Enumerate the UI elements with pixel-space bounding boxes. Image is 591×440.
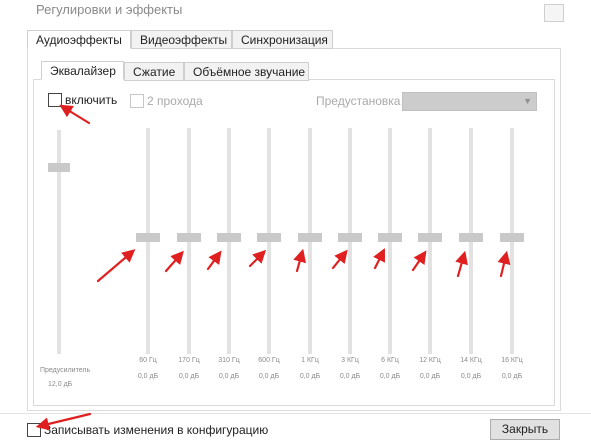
band-slider-thumb[interactable] — [177, 233, 201, 242]
enable-equalizer-checkbox[interactable] — [48, 93, 62, 107]
band-value: 0,0 дБ — [137, 373, 159, 380]
band-value: 0,0 дБ — [419, 373, 441, 380]
preset-label: Предустановка — [316, 94, 401, 108]
preamp-label: Предусилитель — [40, 367, 91, 374]
tab-synchronization[interactable]: Синхронизация — [232, 30, 333, 49]
band-slider-thumb[interactable] — [257, 233, 281, 242]
band-frequency: 12 КГц — [419, 357, 441, 364]
preset-dropdown[interactable]: ▼ — [402, 92, 537, 111]
band-slider-thumb[interactable] — [459, 233, 483, 242]
preamp-value: 12,0 дБ — [48, 381, 73, 388]
band-value: 0,0 дБ — [379, 373, 401, 380]
band-frequency: 16 КГц — [501, 357, 523, 364]
tab-spatializer[interactable]: Объёмное звучание — [184, 62, 309, 81]
save-config-checkbox[interactable] — [27, 423, 41, 437]
band-slider-thumb[interactable] — [500, 233, 524, 242]
tab-audio-effects[interactable]: Аудиоэффекты — [27, 30, 131, 49]
band-value: 0,0 дБ — [178, 373, 200, 380]
band-slider-thumb[interactable] — [298, 233, 322, 242]
band-slider-thumb[interactable] — [418, 233, 442, 242]
band-value: 0,0 дБ — [501, 373, 523, 380]
window-title: Регулировки и эффекты — [36, 2, 183, 17]
band-frequency: 60 Гц — [139, 357, 157, 364]
band-frequency: 310 Гц — [218, 357, 240, 364]
enable-equalizer-label: включить — [65, 93, 118, 107]
band-value: 0,0 дБ — [299, 373, 321, 380]
band-frequency: 1 КГц — [301, 357, 319, 364]
chevron-down-icon: ▼ — [523, 96, 532, 106]
band-frequency: 6 КГц — [381, 357, 399, 364]
window-close-button[interactable] — [544, 4, 564, 22]
two-pass-checkbox[interactable] — [130, 94, 144, 108]
band-frequency: 3 КГц — [341, 357, 359, 364]
band-value: 0,0 дБ — [258, 373, 280, 380]
band-slider-thumb[interactable] — [338, 233, 362, 242]
band-value: 0,0 дБ — [339, 373, 361, 380]
two-pass-label: 2 прохода — [147, 94, 203, 108]
band-frequency: 170 Гц — [178, 357, 200, 364]
close-button[interactable]: Закрыть — [490, 419, 560, 440]
save-config-label: Записывать изменения в конфигурацию — [44, 423, 269, 437]
band-frequency: 14 КГц — [460, 357, 482, 364]
band-frequency: 600 Гц — [258, 357, 280, 364]
band-slider-thumb[interactable] — [136, 233, 160, 242]
band-slider-thumb[interactable] — [378, 233, 402, 242]
tab-video-effects[interactable]: Видеоэффекты — [131, 30, 232, 49]
band-slider-thumb[interactable] — [217, 233, 241, 242]
tab-equalizer[interactable]: Эквалайзер — [41, 61, 124, 80]
band-value: 0,0 дБ — [460, 373, 482, 380]
band-value: 0,0 дБ — [218, 373, 240, 380]
tab-compressor[interactable]: Сжатие — [124, 62, 184, 81]
footer-divider — [0, 413, 591, 414]
preamp-slider-thumb[interactable] — [48, 163, 70, 172]
